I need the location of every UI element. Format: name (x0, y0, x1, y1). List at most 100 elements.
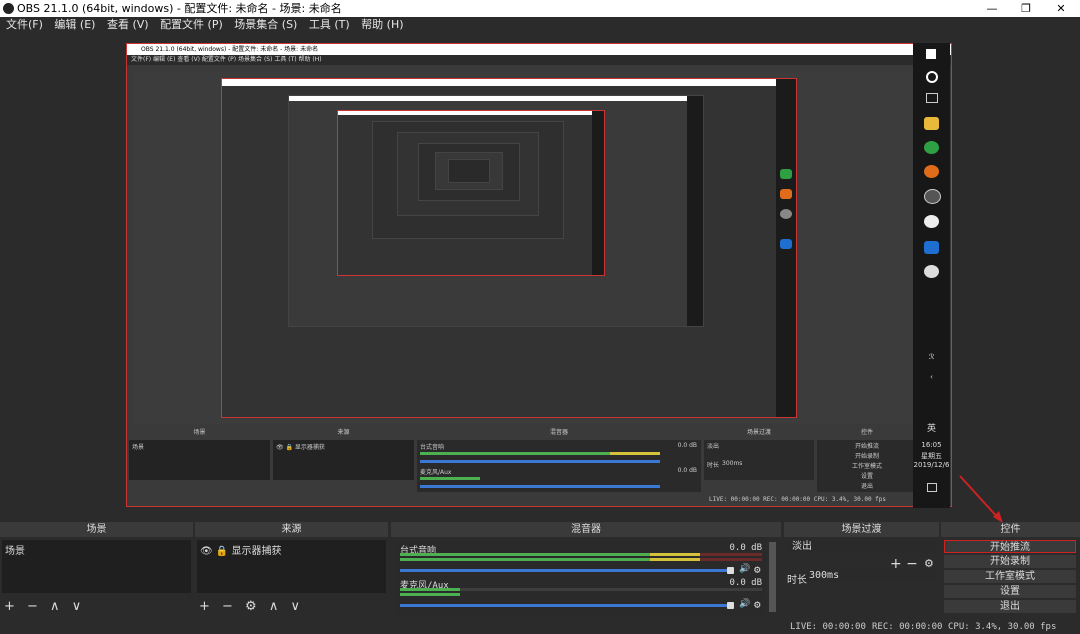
meter-1b-green (400, 558, 650, 561)
menu-file[interactable]: 文件(F) (6, 18, 43, 31)
obs-taskbar-icon (780, 209, 792, 219)
ime-indicator: 英 (926, 424, 936, 434)
nested-taskbar-2 (776, 79, 796, 417)
speaker-icon-2[interactable]: 🔊 (739, 599, 750, 609)
mixer-channel-2-db: 0.0 dB (729, 578, 762, 588)
nested-control-record: 开始录制 (854, 453, 879, 460)
volume-slider-2[interactable] (400, 604, 730, 607)
menu-tools[interactable]: 工具 (T) (309, 18, 350, 31)
task-view-icon (926, 93, 938, 103)
mixer-dock: 混音器 台式音响 0.0 dB 🔊 ⚙ 麦克风/Aux 0.0 dB 🔊 ⚙ (391, 522, 781, 618)
nested-window-8 (435, 152, 503, 190)
nested-meter-1b (610, 452, 660, 455)
captured-taskbar: ℛ ‹ 英 16:05 星期五 2019/12/6 (913, 43, 950, 508)
title-bar: OBS 21.1.0 (64bit, windows) - 配置文件: 未命名 … (0, 0, 1080, 17)
app-icon (924, 265, 939, 278)
source-toolbar[interactable]: + − ⚙ ∧ ∨ (199, 599, 304, 614)
close-button[interactable]: ✕ (1044, 0, 1078, 17)
obs-app-icon (924, 189, 941, 204)
gear-icon[interactable]: ⚙ (754, 563, 761, 576)
mixer-panel: 台式音响 0.0 dB 🔊 ⚙ 麦克风/Aux 0.0 dB 🔊 ⚙ (394, 540, 766, 616)
nested-control-settings: 设置 (860, 473, 873, 480)
nested-duration-label: 时长 (707, 462, 720, 469)
nested-window-6 (397, 132, 539, 216)
nested-title: OBS 21.1.0 (64bit, windows) - 配置文件: 未命名 … (127, 44, 951, 55)
settings-button[interactable]: 设置 (944, 585, 1076, 598)
status-bar: LIVE: 00:00:00 REC: 00:00:00 CPU: 3.4%, … (0, 620, 1080, 634)
nested-dock-title-mixer: 混音器 (417, 428, 701, 438)
nested-mixer-db-1: 0.0 dB (677, 442, 697, 449)
status-cpu: CPU: 3.4%, 30.00 fps (948, 622, 1057, 632)
transition-selected: 淡出 (792, 541, 812, 552)
volume-handle-1[interactable] (727, 567, 734, 574)
menu-scene-collection[interactable]: 场景集合 (S) (234, 18, 297, 31)
meter-2-green (400, 588, 460, 591)
source-list[interactable]: 👁 🔒 显示器捕获 (197, 540, 386, 593)
source-item[interactable]: 👁 🔒 显示器捕获 (197, 540, 386, 559)
nested-control-stream: 开始推流 (854, 443, 879, 450)
scene-list[interactable]: 场景 (2, 540, 191, 593)
scene-toolbar[interactable]: + − ∧ ∨ (4, 599, 85, 614)
mixer-dock-title: 混音器 (391, 522, 781, 537)
nested-taskbar-4 (592, 111, 604, 275)
sources-dock: 来源 👁 🔒 显示器捕获 + − ⚙ ∧ ∨ (195, 522, 388, 618)
volume-slider-1[interactable] (400, 569, 730, 572)
gear-icon-2[interactable]: ⚙ (754, 598, 761, 611)
meter-2b-green (400, 593, 460, 596)
start-recording-button[interactable]: 开始录制 (944, 555, 1076, 568)
nested-window-2 (221, 78, 797, 418)
annotation-arrow-icon (959, 475, 1003, 523)
minimize-button[interactable]: — (975, 0, 1009, 17)
start-streaming-button[interactable]: 开始推流 (944, 540, 1076, 553)
nested-meter-1 (420, 452, 610, 455)
menu-edit[interactable]: 编辑 (E) (54, 18, 95, 31)
maximize-button[interactable]: ❐ (1009, 0, 1043, 17)
studio-mode-button[interactable]: 工作室模式 (944, 570, 1076, 583)
nested-taskbar-3 (687, 96, 703, 326)
transition-select[interactable]: 淡出 (786, 540, 937, 553)
meter-1b-yellow (650, 558, 700, 561)
menu-view[interactable]: 查看 (V) (107, 18, 149, 31)
mixer-scrollbar[interactable] (769, 542, 776, 612)
duration-input[interactable]: 300ms (806, 569, 937, 582)
nested-mixer: 台式音响 0.0 dB 麦克风/Aux 0.0 dB (417, 440, 701, 492)
status-live: LIVE: 00:00:00 (790, 622, 866, 632)
speaker-icon[interactable]: 🔊 (739, 564, 750, 574)
menu-help[interactable]: 帮助 (H) (361, 18, 403, 31)
exit-button[interactable]: 退出 (944, 600, 1076, 613)
menu-bar: 文件(F) 编辑 (E) 查看 (V) 配置文件 (P) 场景集合 (S) 工具… (0, 17, 1080, 33)
nested-mixer-label-1: 台式音响 (420, 444, 445, 451)
meter-1-yellow (650, 553, 700, 556)
eye-icon[interactable]: 👁 (200, 546, 213, 557)
nested-control-studio: 工作室模式 (851, 463, 882, 470)
scene-item[interactable]: 场景 (2, 540, 191, 559)
meter-1-green (400, 553, 650, 556)
meter-2-empty (460, 588, 762, 591)
volume-handle-2[interactable] (727, 602, 734, 609)
status-rec: REC: 00:00:00 (872, 622, 943, 632)
transitions-dock: 场景过渡 淡出 + − ⚙ 时长 300ms (784, 522, 939, 618)
transitions-dock-title: 场景过渡 (784, 522, 939, 537)
meter-1-red (700, 553, 762, 556)
nested-window-4 (337, 110, 605, 276)
preview-canvas[interactable]: OBS 21.1.0 (64bit, windows) - 配置文件: 未命名 … (126, 43, 952, 507)
notification-icon (927, 483, 937, 492)
nested-slider-1 (420, 460, 660, 463)
nested-control-exit: 退出 (860, 483, 873, 490)
lock-icon[interactable]: 🔒 (216, 546, 228, 557)
nested-mixer-db-2: 0.0 dB (677, 467, 697, 474)
preview-area[interactable]: OBS 21.1.0 (64bit, windows) - 配置文件: 未命名 … (0, 33, 1080, 523)
qq-icon (924, 215, 939, 228)
nested-menu: 文件(F) 编辑 (E) 查看 (V) 配置文件 (P) 场景集合 (S) 工具… (127, 55, 951, 65)
menu-profile[interactable]: 配置文件 (P) (160, 18, 223, 31)
windows-start-icon (926, 49, 936, 59)
nested-mixer-label-2: 麦克风/Aux (420, 469, 452, 476)
nested-window-5 (372, 121, 564, 239)
nested-titlebar-2 (222, 79, 796, 86)
nested-window-9 (448, 159, 490, 183)
nested-transition-select: 淡出 (707, 443, 720, 450)
chrome-icon (780, 169, 792, 179)
obs-logo-icon (3, 3, 14, 14)
clock-day: 星期五 (921, 452, 942, 460)
nested-dock-title-sources: 来源 (273, 428, 414, 438)
